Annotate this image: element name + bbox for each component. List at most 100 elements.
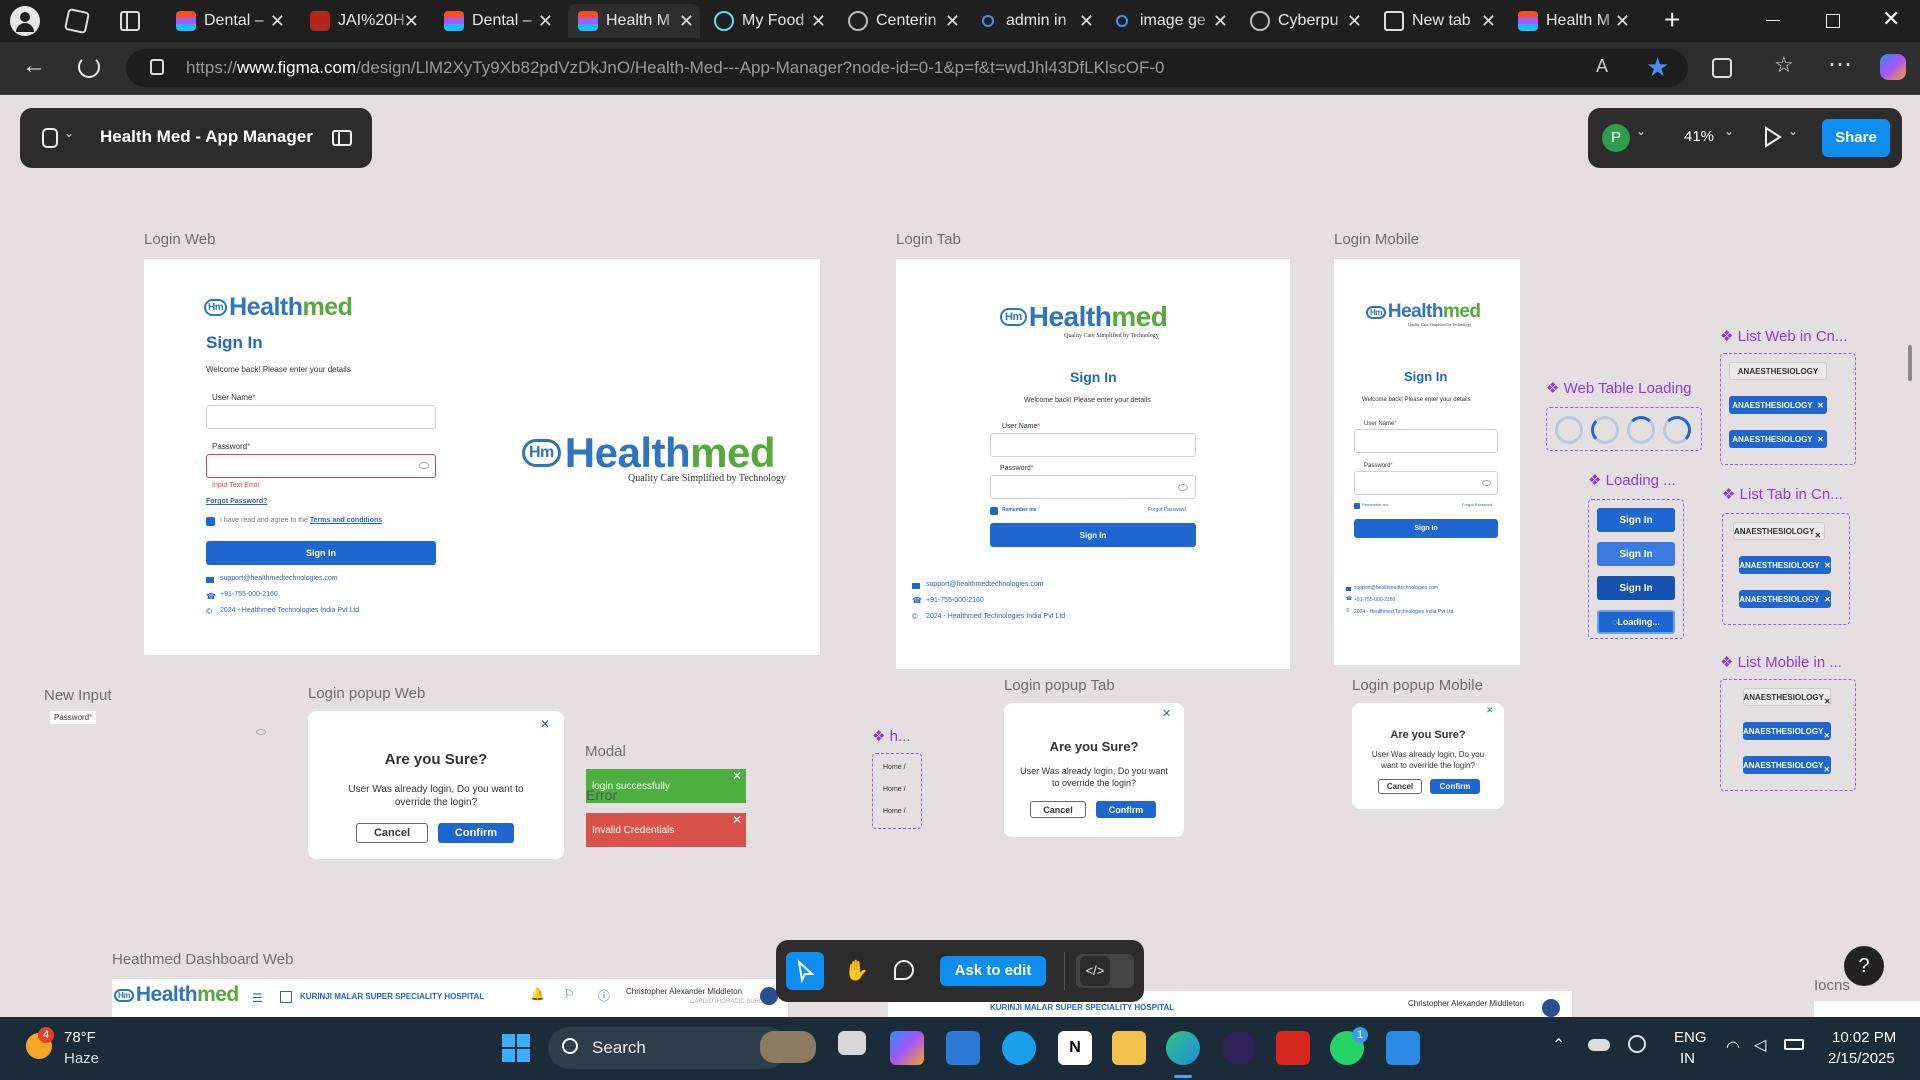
sign-in-button-hover[interactable]: Sign In (1597, 542, 1675, 566)
chip-selected[interactable]: ANAESTHESIOLOGY ✕ (1729, 396, 1827, 414)
forgot-password-link[interactable]: Forgot Password? (206, 498, 267, 505)
chip[interactable]: ANAESTHESIOLOGY ✕ (1733, 522, 1825, 540)
sign-in-button-pressed[interactable]: Sign In (1597, 576, 1675, 600)
menu-icon[interactable]: ☰ (252, 991, 263, 1005)
browser-tab[interactable]: Dental – ✕ (166, 4, 291, 38)
new-input-field[interactable]: Password* (50, 711, 97, 724)
browser-tab[interactable]: admin in ✕ (972, 4, 1100, 38)
confirm-button[interactable]: Confirm (438, 823, 514, 843)
play-icon[interactable] (1764, 126, 1782, 148)
popup-tab-frame[interactable]: ✕ Are you Sure? User Was already login, … (1004, 703, 1184, 837)
support-email[interactable]: support@healthmedtechnologies.com (220, 575, 338, 582)
notification-icon[interactable]: 🔔 (530, 987, 545, 1001)
dev-mode-toggle[interactable]: </> (1076, 954, 1134, 988)
close-tab-icon[interactable]: ✕ (538, 11, 553, 32)
chevron-down-icon[interactable]: ⌄ (1788, 124, 1798, 138)
eye-icon[interactable] (419, 462, 429, 469)
login-web-frame[interactable]: Hm Health med Sign In Welcome back! Pleas… (144, 259, 820, 655)
error-toast[interactable]: Invalid Credentials ✕ (586, 813, 746, 847)
comment-tool-icon[interactable] (894, 960, 914, 980)
clock-time[interactable]: 10:02 PM (1832, 1029, 1896, 1046)
chip-selected[interactable]: ANAESTHESIOLOGY ✕ (1743, 722, 1831, 740)
username-input[interactable] (206, 405, 436, 429)
store-icon[interactable] (946, 1031, 980, 1065)
terms-checkbox[interactable] (206, 517, 215, 526)
chat-icon[interactable] (1002, 1031, 1036, 1065)
browser-tab[interactable]: Cyberpu ✕ (1240, 4, 1368, 38)
figma-menu-icon[interactable] (42, 128, 58, 148)
user-avatar[interactable]: P (1602, 124, 1630, 152)
terms-link[interactable]: Terms and conditions (310, 517, 382, 524)
loading-buttons-component[interactable]: Sign In Sign In Sign In ◌ Loading... (1588, 499, 1684, 639)
list-mobile-component[interactable]: ANAESTHESIOLOGY ✕ ANAESTHESIOLOGY ✕ ANAE… (1720, 679, 1856, 791)
profile-avatar[interactable] (10, 6, 40, 36)
share-button[interactable]: Share (1822, 119, 1890, 157)
url-field[interactable]: https://www.figma.com/design/LlM2XyTy9Xb… (126, 49, 1688, 87)
language-in[interactable]: IN (1680, 1050, 1695, 1067)
close-tab-icon[interactable]: ✕ (1079, 11, 1094, 32)
sign-in-button[interactable]: Sign In (206, 541, 436, 565)
language-en[interactable]: ENG (1674, 1029, 1707, 1046)
support-email[interactable]: support@healthmedtechnologies.com (1354, 585, 1438, 591)
browser-tab[interactable]: My Food ✕ (704, 4, 832, 38)
breadcrumb-item[interactable]: Home / (883, 786, 906, 793)
close-window-icon[interactable]: ✕ (1882, 6, 1900, 32)
breadcrumb-component[interactable]: Home / Home / Home / (872, 753, 922, 829)
extensions-icon[interactable] (1712, 58, 1732, 78)
close-icon[interactable]: ✕ (540, 717, 550, 731)
toggle-sidebar-icon[interactable] (332, 130, 352, 146)
password-input[interactable] (1354, 471, 1498, 495)
volume-icon[interactable]: ◁ (1754, 1035, 1766, 1055)
web-table-loading-component[interactable] (1546, 407, 1702, 451)
close-icon[interactable]: ✕ (732, 813, 742, 827)
wifi-icon[interactable]: ◠ (1726, 1037, 1740, 1057)
close-tab-icon[interactable]: ✕ (811, 11, 826, 32)
component-label[interactable]: ❖ List Mobile in ... (1720, 653, 1842, 671)
close-tab-icon[interactable]: ✕ (270, 11, 285, 32)
browser-tab[interactable]: New tab ✕ (1374, 4, 1502, 38)
site-info-icon[interactable] (150, 59, 164, 75)
chip-selected[interactable]: ANAESTHESIOLOGY ✕ (1743, 756, 1831, 774)
close-tab-icon[interactable]: ✕ (1615, 11, 1630, 32)
close-icon[interactable]: ✕ (732, 769, 742, 783)
list-tab-component[interactable]: ANAESTHESIOLOGY ✕ ANAESTHESIOLOGY ✕ ANAE… (1722, 513, 1850, 625)
password-input[interactable] (990, 475, 1196, 499)
new-tab-icon[interactable]: + (1664, 4, 1680, 36)
avatar[interactable] (1542, 999, 1560, 1017)
close-tab-icon[interactable]: ✕ (945, 11, 960, 32)
login-tab-frame[interactable]: Hm Health med Quality Care Simplified by … (896, 259, 1290, 669)
workspaces-icon[interactable] (63, 7, 91, 35)
browser-tab-active[interactable]: Health M ✕ (568, 4, 700, 38)
remember-me[interactable]: Remember me (1362, 502, 1388, 507)
close-tab-icon[interactable]: ✕ (1481, 11, 1496, 32)
confirm-button[interactable]: Confirm (1096, 801, 1156, 818)
list-web-component[interactable]: ANAESTHESIOLOGY ANAESTHESIOLOGY ✕ ANAEST… (1720, 353, 1856, 465)
chip-selected[interactable]: ANAESTHESIOLOGY ✕ (1739, 590, 1831, 608)
close-tab-icon[interactable]: ✕ (404, 11, 419, 32)
forgot-password-link[interactable]: Forgot Password (1148, 507, 1186, 513)
component-label[interactable]: ❖ List Web in Cn... (1720, 327, 1847, 345)
onedrive-icon[interactable] (1588, 1039, 1610, 1051)
eye-off-icon[interactable] (1482, 480, 1491, 486)
cancel-button[interactable]: Cancel (356, 823, 428, 843)
weather-temp[interactable]: 78°F (64, 1029, 96, 1046)
frame-label[interactable]: Login Mobile (1334, 231, 1419, 248)
taskbar-search[interactable]: Search (548, 1027, 788, 1069)
eclipse-icon[interactable] (1222, 1031, 1256, 1065)
vertical-scrollbar[interactable] (1908, 345, 1912, 381)
refresh-icon[interactable] (78, 56, 100, 78)
clock-date[interactable]: 2/15/2025 (1828, 1050, 1895, 1067)
chevron-down-icon[interactable]: ⌄ (64, 126, 74, 140)
frame-label[interactable]: Login popup Tab (1004, 677, 1115, 694)
remember-me[interactable]: Remember me (1002, 507, 1036, 513)
login-mobile-frame[interactable]: Hm Health med Quality Care Simplified by … (1334, 259, 1520, 665)
sign-in-button[interactable]: Sign In (1597, 508, 1675, 532)
support-email[interactable]: support@healthmedtechnologies.com (926, 581, 1044, 588)
notion-icon[interactable]: N (1058, 1031, 1092, 1065)
loading-button[interactable]: ◌ Loading... (1597, 610, 1675, 634)
eye-icon[interactable] (256, 729, 266, 735)
acrobat-icon[interactable] (1276, 1031, 1310, 1065)
username-input[interactable] (1354, 429, 1498, 453)
copilot-icon[interactable] (890, 1031, 924, 1065)
frame-label[interactable]: Iocns (1814, 977, 1850, 994)
